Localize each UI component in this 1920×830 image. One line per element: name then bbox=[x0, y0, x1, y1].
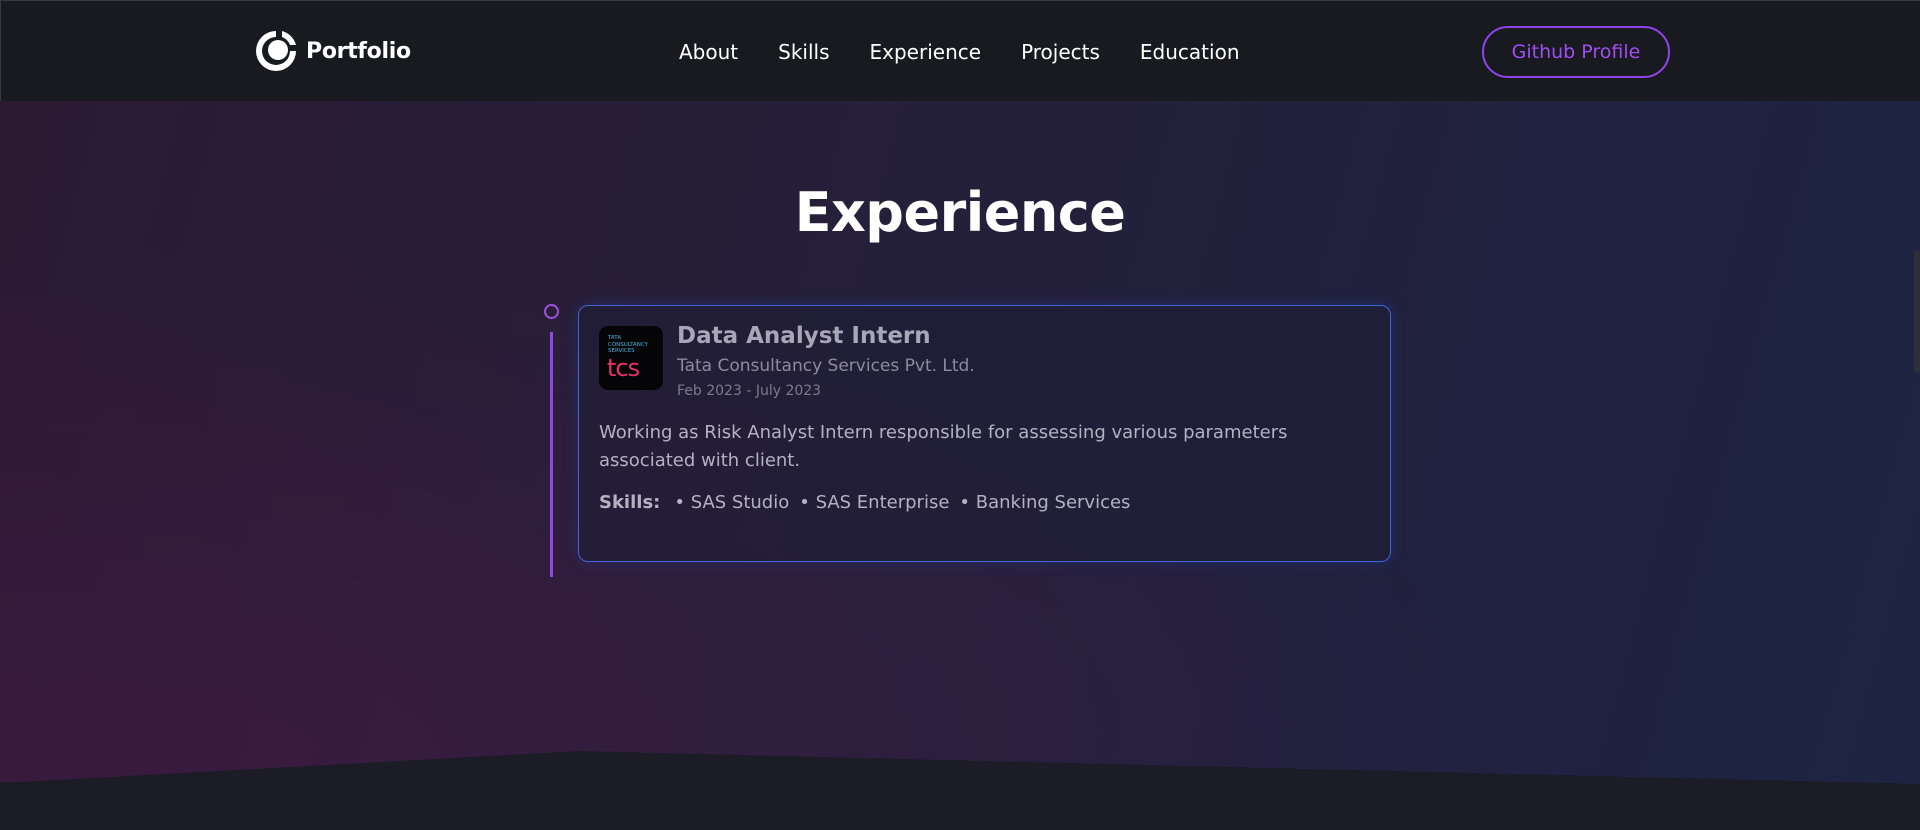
company-name: Tata Consultancy Services Pvt. Ltd. bbox=[677, 356, 975, 376]
job-title: Data Analyst Intern bbox=[677, 323, 931, 349]
skills-label: Skills: bbox=[599, 492, 661, 513]
brand[interactable]: Portfolio bbox=[254, 29, 411, 73]
scrollbar-thumb[interactable] bbox=[1914, 250, 1920, 373]
skill-item: • SAS Studio bbox=[674, 492, 790, 513]
timeline-line bbox=[550, 332, 553, 577]
nav-links: About Skills Experience Projects Educati… bbox=[679, 37, 1280, 67]
section-title: Experience bbox=[794, 181, 1126, 244]
skills-row: Skills: • SAS Studio • SAS Enterprise • … bbox=[599, 492, 1140, 513]
timeline-dot bbox=[544, 304, 559, 319]
company-logo: TATA CONSULTANCY SERVICES tcs bbox=[599, 326, 663, 390]
nav-link-about[interactable]: About bbox=[679, 37, 738, 67]
nav-link-education[interactable]: Education bbox=[1140, 37, 1240, 67]
skill-item: • Banking Services bbox=[959, 492, 1131, 513]
nav-link-skills[interactable]: Skills bbox=[778, 37, 829, 67]
logo-mark: tcs bbox=[607, 354, 640, 382]
skill-item: • SAS Enterprise bbox=[799, 492, 950, 513]
experience-card: TATA CONSULTANCY SERVICES tcs Data Analy… bbox=[578, 305, 1391, 562]
scrollbar[interactable] bbox=[1914, 0, 1920, 830]
navbar: Portfolio About Skills Experience Projec… bbox=[0, 0, 1920, 101]
github-profile-button[interactable]: Github Profile bbox=[1482, 26, 1670, 78]
nav-link-experience[interactable]: Experience bbox=[870, 37, 982, 67]
job-description: Working as Risk Analyst Intern responsib… bbox=[599, 422, 1288, 471]
brand-name: Portfolio bbox=[306, 38, 411, 64]
job-duration: Feb 2023 - July 2023 bbox=[677, 383, 822, 399]
experience-section: Experience TATA CONSULTANCY SERVICES tcs… bbox=[0, 101, 1920, 830]
portfolio-logo-icon bbox=[254, 29, 298, 73]
nav-link-projects[interactable]: Projects bbox=[1021, 37, 1100, 67]
